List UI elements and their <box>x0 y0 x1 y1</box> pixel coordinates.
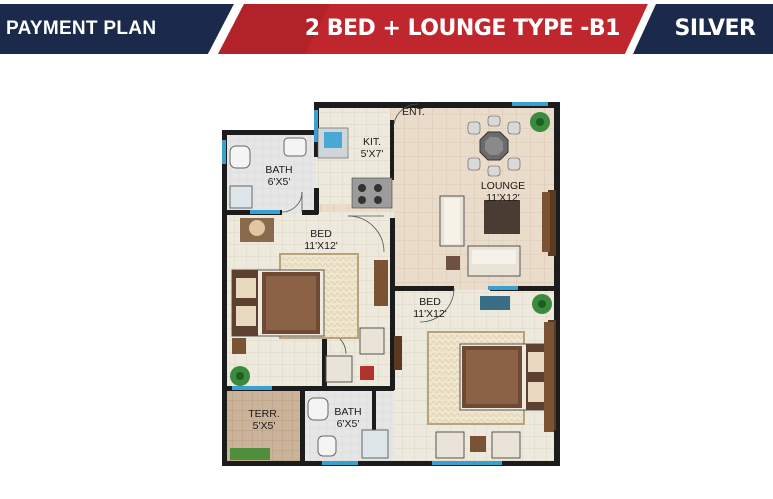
room-size: 5'X7' <box>360 148 384 160</box>
payment-plan-title: PAYMENT PLAN <box>6 18 157 39</box>
room-size: 6'X5' <box>336 418 360 430</box>
room-name: LOUNGE <box>480 180 526 192</box>
room-size: 11'X12' <box>304 240 338 252</box>
room-name: KIT. <box>362 136 382 148</box>
room-size: 11'X12' <box>413 308 447 320</box>
lounge-label: LOUNGE 11'X12' <box>468 180 538 204</box>
room-size: 11'X12' <box>486 192 520 204</box>
room-name: BATH <box>265 164 293 176</box>
category-label: SILVER <box>674 16 756 41</box>
room-name: BED <box>419 296 441 308</box>
room-name: TERR. <box>248 408 280 420</box>
room-name: BATH <box>334 406 362 418</box>
room-name: BED <box>310 228 332 240</box>
header-banner: PAYMENT PLAN 2 BED + LOUNGE TYPE -B1 SIL… <box>0 0 773 56</box>
terrace-label: TERR. 5'X5' <box>234 408 294 432</box>
bed-left-label: BED 11'X12' <box>286 228 356 252</box>
bed-right-label: BED 11'X12' <box>400 296 460 320</box>
unit-type-title: 2 BED + LOUNGE TYPE -B1 <box>304 16 621 41</box>
room-size: 5'X5' <box>252 420 276 432</box>
plant-icon <box>530 112 550 132</box>
bath-top-label: BATH 6'X5' <box>254 164 304 188</box>
entrance-label: ENT. <box>402 106 425 118</box>
floor-plan: ENT. KIT. 5'X7' LOUNGE 11'X12' BATH 6'X5… <box>222 100 562 470</box>
kitchen-label: KIT. 5'X7' <box>342 136 402 160</box>
room-size: 6'X5' <box>267 176 291 188</box>
bath-bottom-label: BATH 6'X5' <box>326 406 370 430</box>
